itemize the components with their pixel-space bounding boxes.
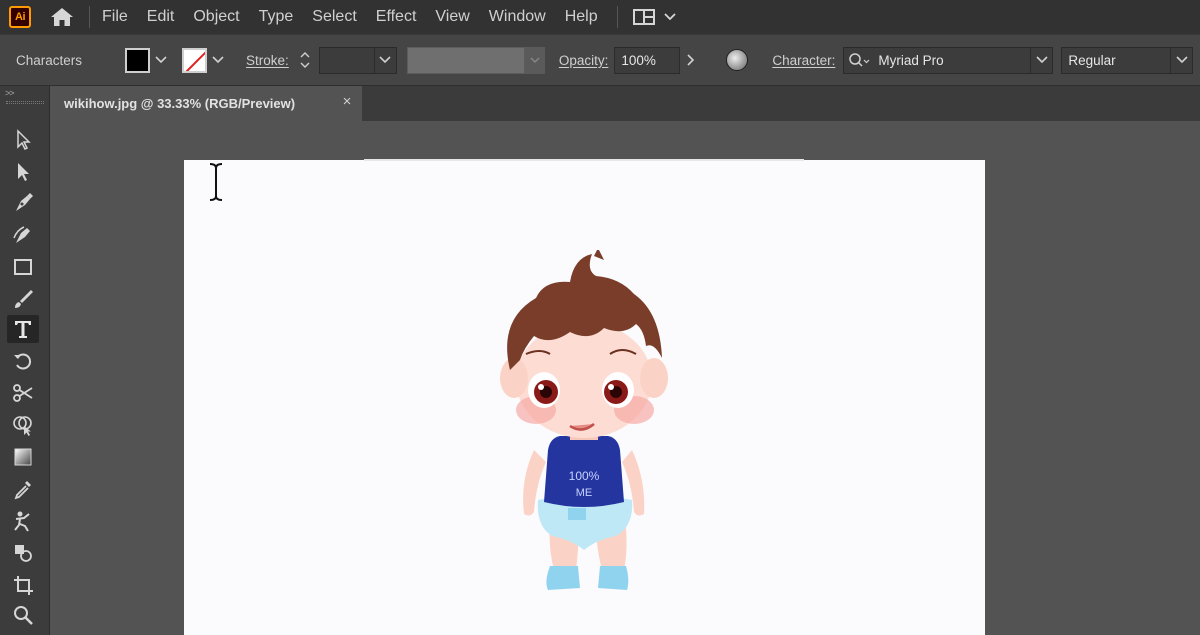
rectangle-tool-icon[interactable] [7, 253, 39, 281]
artboard-tool-icon[interactable] [7, 571, 39, 599]
rotate-tool-icon[interactable] [7, 347, 39, 375]
font-family-dropdown[interactable] [1031, 46, 1054, 74]
zoom-tool-icon[interactable] [7, 601, 39, 629]
opacity-label[interactable]: Opacity: [559, 53, 609, 68]
character-label[interactable]: Character: [772, 53, 835, 68]
menu-effect[interactable]: Effect [376, 8, 417, 26]
svg-text:100%: 100% [569, 469, 600, 483]
opacity-arrow-right[interactable] [680, 48, 702, 73]
fill-swatch[interactable] [125, 47, 151, 73]
menu-window[interactable]: Window [489, 8, 546, 26]
home-icon[interactable] [49, 6, 75, 28]
gradient-tool-icon[interactable] [7, 443, 39, 471]
menu-view[interactable]: View [435, 8, 469, 26]
canvas-area[interactable]: 100% ME [50, 121, 1200, 635]
close-icon[interactable]: × [340, 94, 354, 109]
menu-select[interactable]: Select [312, 8, 356, 26]
eyedropper-tool-icon[interactable] [7, 475, 39, 503]
menu-bar: Ai File Edit Object Type Select Effect V… [0, 0, 1200, 34]
menu-edit[interactable]: Edit [147, 8, 175, 26]
variable-width-dropdown[interactable] [524, 46, 545, 74]
variable-width-profile[interactable] [406, 46, 525, 74]
document-tab-title: wikihow.jpg @ 33.33% (RGB/Preview) [64, 96, 296, 111]
stroke-weight-stepper[interactable] [295, 47, 315, 74]
stroke-swatch-none[interactable] [182, 47, 208, 73]
menu-help[interactable]: Help [565, 8, 598, 26]
menu-file[interactable]: File [102, 8, 128, 26]
menu-type[interactable]: Type [259, 8, 294, 26]
font-family-value: Myriad Pro [878, 52, 944, 68]
paintbrush-tool-icon[interactable] [7, 285, 39, 313]
recolor-artwork-icon[interactable] [726, 49, 749, 71]
puppet-warp-tool-icon[interactable] [7, 507, 39, 535]
panel-label: Characters [16, 52, 83, 68]
stroke-label[interactable]: Stroke: [246, 53, 289, 68]
scissors-tool-icon[interactable] [7, 379, 39, 407]
control-bar: Characters Stroke: Opacity: 100% Charact… [0, 34, 1200, 86]
menu-separator [616, 6, 618, 28]
stroke-dropdown[interactable] [207, 48, 229, 73]
font-style-dropdown[interactable] [1171, 46, 1194, 74]
shape-builder-tool-icon[interactable] [7, 411, 39, 439]
workspace-switcher[interactable] [632, 8, 678, 26]
opacity-input[interactable]: 100% [614, 46, 681, 74]
font-style-field[interactable]: Regular [1061, 46, 1172, 74]
tools-panel: >> [0, 86, 50, 635]
menu-object[interactable]: Object [193, 8, 239, 26]
font-family-field[interactable]: Myriad Pro [843, 46, 1032, 74]
svg-text:ME: ME [576, 487, 593, 499]
text-cursor-ibeam-icon [206, 162, 226, 207]
panel-drag-handle[interactable] [6, 101, 44, 104]
fill-dropdown[interactable] [150, 48, 172, 73]
curvature-tool-icon[interactable] [7, 221, 39, 249]
baby-illustration: 100% ME [500, 250, 668, 590]
stroke-weight-dropdown[interactable] [374, 46, 397, 74]
illustrator-logo: Ai [9, 6, 31, 28]
document-tab[interactable]: wikihow.jpg @ 33.33% (RGB/Preview) × [50, 86, 362, 121]
menu-separator [89, 6, 90, 28]
type-tool-icon[interactable] [7, 315, 39, 343]
stroke-weight-input[interactable] [318, 46, 375, 74]
artboard-shapes-tool-icon[interactable] [7, 539, 39, 567]
search-icon [849, 53, 870, 67]
panel-collapse-grip[interactable]: >> [5, 88, 14, 98]
pen-tool-icon[interactable] [7, 189, 39, 217]
workspace-layout-icon [632, 8, 656, 26]
selection-tool-icon[interactable] [7, 125, 39, 153]
document-tab-bar: wikihow.jpg @ 33.33% (RGB/Preview) × [50, 86, 1200, 121]
artboard[interactable]: 100% ME [184, 159, 985, 635]
direct-selection-tool-icon[interactable] [7, 157, 39, 185]
chevron-down-icon [662, 9, 678, 25]
artboard-edge-highlight [364, 159, 804, 161]
